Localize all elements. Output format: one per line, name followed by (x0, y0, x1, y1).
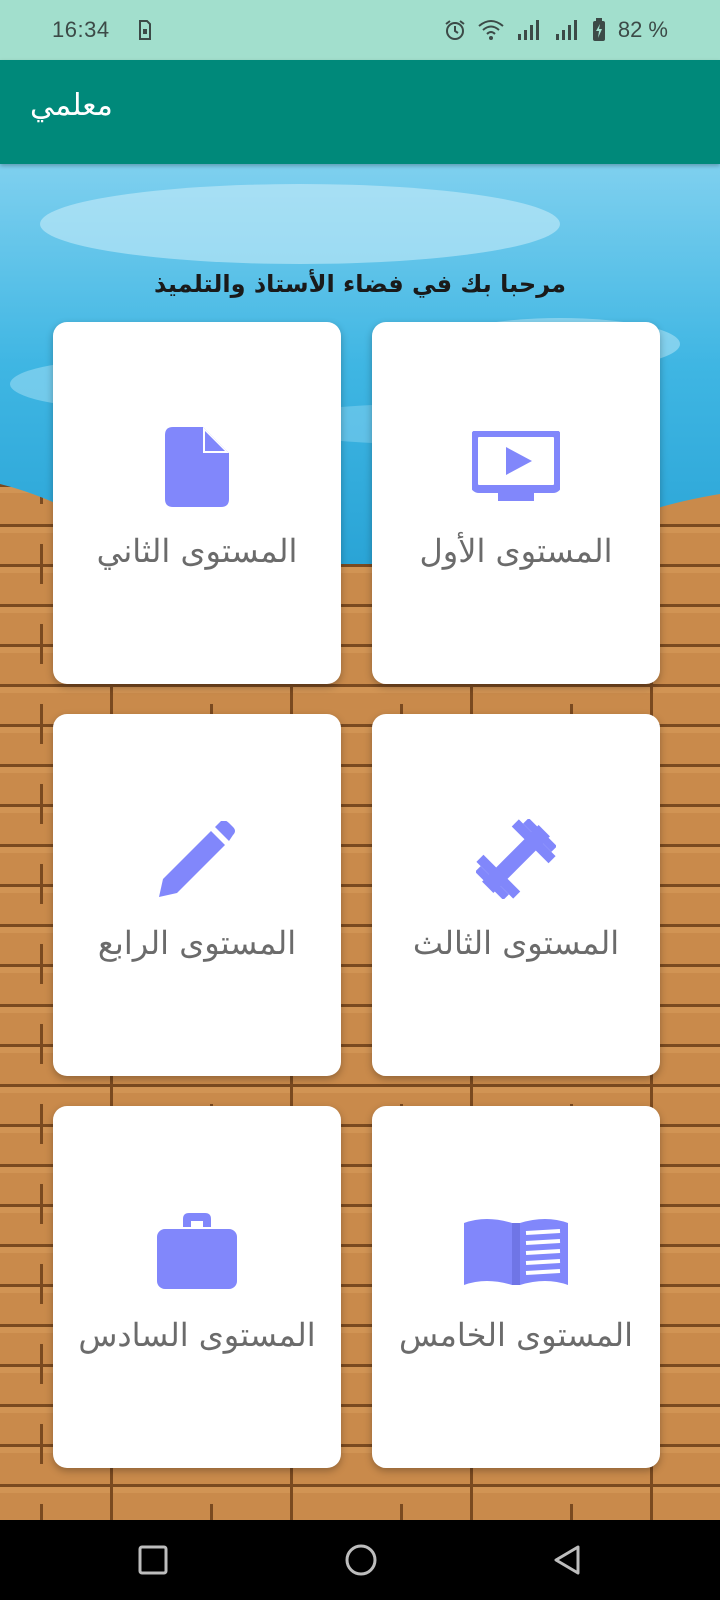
level-3-label: المستوى الثالث (412, 924, 620, 962)
back-triangle-icon (554, 1545, 580, 1575)
battery-percentage: 82 % (617, 17, 668, 42)
dumbbell-icon (476, 819, 556, 899)
tv-play-icon (472, 431, 560, 501)
navigation-bar (0, 1520, 720, 1600)
status-time: 16:34 (52, 17, 110, 42)
level-1-card[interactable]: المستوى الأول (372, 322, 660, 684)
level-2-card[interactable]: المستوى الثاني (53, 322, 341, 684)
level-5-card[interactable]: المستوى الخامس (372, 1106, 660, 1468)
battery-charging-icon (592, 18, 605, 41)
alarm-icon (445, 20, 465, 40)
level-6-card[interactable]: المستوى السادس (53, 1106, 341, 1468)
welcome-text: مرحبا بك في فضاء الأستاذ والتلميذ (154, 270, 566, 298)
level-5-label: المستوى الخامس (398, 1316, 634, 1354)
signal-icon (517, 20, 539, 40)
status-icons: 82 % (444, 14, 668, 46)
app-title: معلمي (30, 88, 113, 123)
back-button[interactable] (545, 1538, 589, 1582)
level-6-label: المستوى السادس (78, 1316, 316, 1354)
home-button[interactable] (339, 1538, 383, 1582)
briefcase-icon (157, 1213, 237, 1289)
circle-icon (345, 1544, 377, 1576)
document-icon (165, 427, 229, 507)
app-bar: معلمي (0, 60, 720, 164)
status-bar: 16:34 82 % (0, 0, 720, 60)
square-icon (138, 1545, 168, 1575)
level-3-card[interactable]: المستوى الثالث (372, 714, 660, 1076)
wifi-icon (478, 20, 504, 40)
recents-button[interactable] (131, 1538, 175, 1582)
open-book-icon (464, 1219, 568, 1285)
level-4-label: المستوى الرابع (97, 924, 297, 962)
sim-icon (139, 20, 151, 40)
signal-icon (555, 20, 577, 40)
level-4-card[interactable]: المستوى الرابع (53, 714, 341, 1076)
level-1-label: المستوى الأول (419, 532, 613, 570)
level-2-label: المستوى الثاني (96, 532, 298, 570)
pencil-icon (159, 821, 235, 897)
